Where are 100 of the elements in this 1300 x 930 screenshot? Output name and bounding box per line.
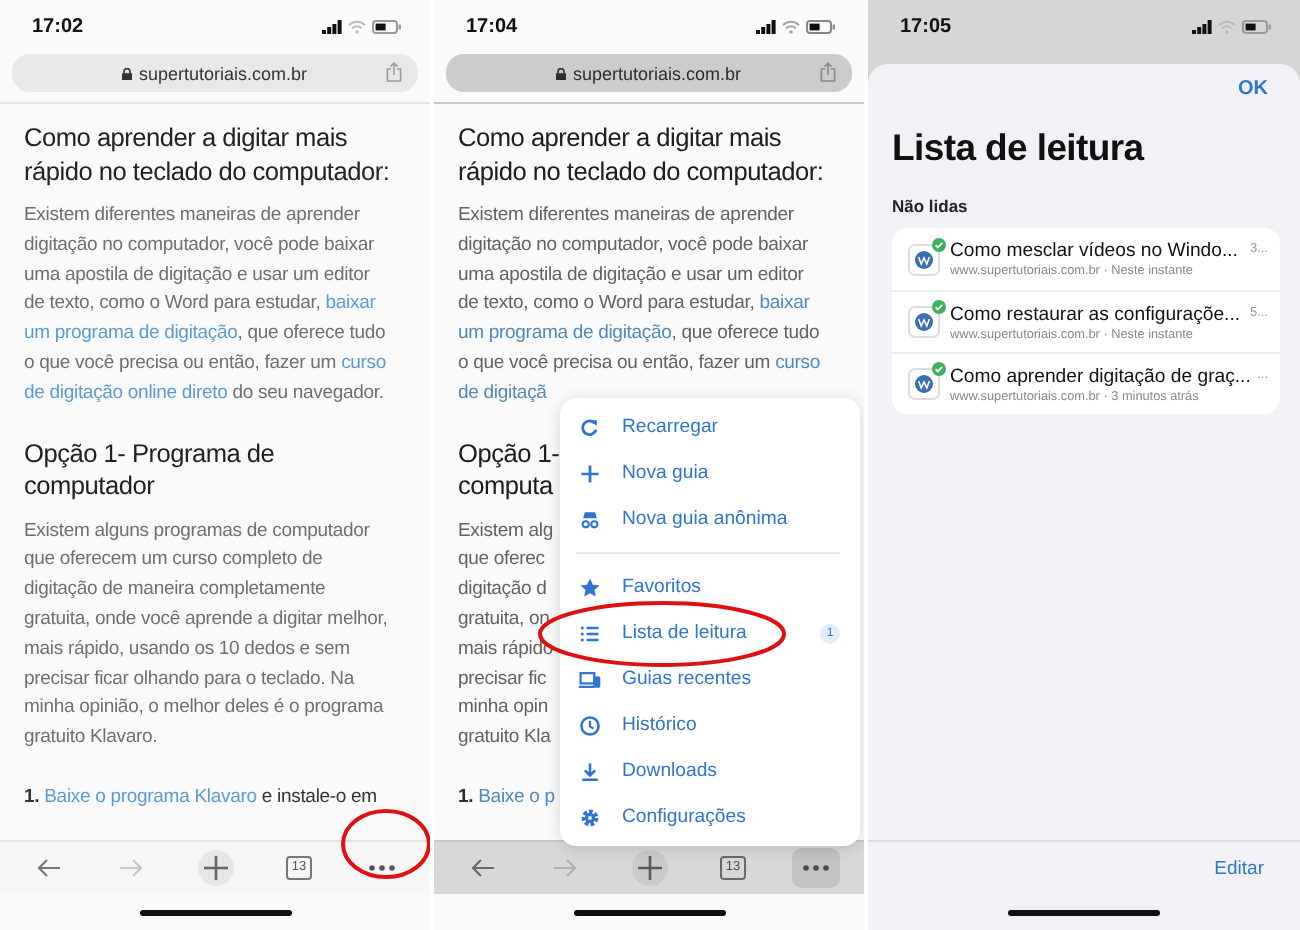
paragraph-line: que oferec — [458, 546, 545, 575]
paragraph-line: precisar fic — [458, 665, 547, 694]
download-icon — [578, 759, 602, 783]
text-link[interactable]: um programa de digitação — [458, 322, 672, 345]
paragraph-line: precisar ficar olhando para o teclado. Na — [24, 665, 354, 694]
paragraph-line: digitação no computador, você pode baixar — [24, 231, 374, 260]
item-title: Como restaurar as configuraçõe... — [950, 303, 1240, 325]
site-icon — [908, 243, 940, 275]
text-link[interactable]: baixar — [325, 292, 376, 315]
star-icon — [578, 575, 602, 599]
devices-icon — [578, 667, 602, 691]
more-button[interactable] — [791, 848, 839, 888]
paragraph-line: um programa de digitação, que oferece tudo — [24, 320, 386, 349]
paragraph-line: Existem diferentes maneiras de aprender — [24, 202, 360, 230]
paragraph-line: Existem alguns programas de computador — [24, 517, 370, 546]
paragraph-line: Existem alg — [458, 517, 553, 546]
paragraph-line: gratuito Kla — [458, 724, 551, 753]
list-item-line: 1. Baixe o p — [458, 783, 555, 812]
plus-icon — [197, 850, 233, 886]
back-arrow-icon — [36, 858, 62, 878]
paragraph-line: o que você precisa ou então, fazer um curso — [458, 349, 821, 378]
reload-icon — [578, 415, 602, 439]
article-heading-line: Como aprender a digitar mais — [458, 122, 782, 155]
address-bar[interactable]: supertutoriais.com.br — [12, 54, 418, 92]
paragraph-line: gratuito Klavaro. — [24, 724, 158, 753]
article-heading-line: computador — [24, 470, 155, 504]
page-title: Lista de leitura — [892, 126, 1147, 170]
paragraph-line: de texto, como o Word para estudar, baixar — [24, 290, 376, 319]
article-heading-line: rápido no teclado do computador: — [458, 155, 824, 188]
paragraph-line: de digitação online direto do seu navegador. — [24, 379, 384, 408]
text-link[interactable]: Baixe o p — [478, 785, 555, 808]
more-dots-icon — [367, 864, 395, 872]
list-icon — [578, 621, 602, 645]
paragraph-line: um programa de digitação, que oferece tudo — [458, 320, 820, 349]
incognito-icon — [578, 507, 602, 531]
paragraph-line: gratuita, onde você aprende a digitar melhor, — [24, 605, 388, 634]
list-item-line: 1. Baixe o programa Klavaro e instale-o em — [24, 783, 377, 812]
share-icon[interactable] — [820, 62, 836, 82]
forward-arrow-icon — [552, 858, 578, 878]
edit-button[interactable]: Editar — [1202, 855, 1276, 881]
paragraph-line: digitação no computador, você pode baixar — [458, 231, 808, 260]
text-link[interactable]: curso — [775, 351, 821, 374]
text-link[interactable]: de digitaçã — [458, 381, 547, 404]
wifi-icon — [782, 19, 800, 33]
menu-item[interactable]: Recarregar — [560, 404, 860, 450]
url-text: supertutoriais.com.br — [138, 63, 308, 83]
article-heading-line: rápido no teclado do computador: — [24, 155, 390, 188]
article-heading-line: Opção 1- — [458, 437, 560, 471]
site-icon — [908, 368, 940, 400]
settings-icon — [578, 805, 602, 829]
url-text: supertutoriais.com.br — [572, 63, 742, 83]
item-title: Como mesclar vídeos no Windo... — [950, 240, 1240, 262]
address-bar[interactable]: supertutoriais.com.br — [446, 54, 852, 92]
status-time: 17:02 — [32, 15, 84, 37]
menu-item[interactable]: Favoritos — [560, 564, 860, 610]
plus-icon — [578, 461, 602, 485]
paragraph-line: minha opinião, o melhor deles é o programa — [24, 694, 384, 723]
forward-arrow-icon — [118, 858, 144, 878]
text-link[interactable]: de digitação online direto — [24, 381, 228, 404]
wifi-icon — [348, 19, 366, 33]
battery-icon — [1242, 19, 1272, 33]
paragraph-line: uma apostila de digitação e usar um editor — [24, 261, 370, 290]
signal-icon — [756, 19, 776, 33]
lock-icon — [122, 67, 133, 79]
menu-item[interactable]: Nova guia anônima — [560, 496, 860, 542]
text-link[interactable]: baixar — [759, 292, 810, 315]
paragraph-line: Existem diferentes maneiras de aprender — [458, 202, 794, 230]
menu-item[interactable]: Nova guia — [560, 450, 860, 496]
article-heading-line: Opção 1- Programa de — [24, 437, 275, 471]
battery-icon — [372, 19, 402, 33]
wifi-icon — [1218, 19, 1236, 33]
paragraph-line: mais rápido, usando os 10 dedos e sem — [24, 635, 350, 664]
more-dots-icon — [801, 864, 829, 872]
paragraph-line: digitação de maneira completamente — [24, 576, 326, 605]
status-time: 17:04 — [466, 15, 518, 37]
text-link[interactable]: um programa de digitação — [24, 322, 238, 345]
status-time: 17:05 — [900, 15, 952, 37]
menu-item[interactable]: Downloads — [560, 748, 860, 794]
menu-item[interactable]: Guias recentes — [560, 656, 860, 702]
text-link[interactable]: curso — [341, 351, 387, 374]
menu-item[interactable]: Configurações — [560, 794, 860, 840]
paragraph-line: o que você precisa ou então, fazer um curso — [24, 349, 387, 378]
plus-icon — [631, 850, 667, 886]
ok-button[interactable]: OK — [1226, 76, 1280, 102]
article-heading-line: computa — [458, 470, 553, 504]
back-arrow-icon — [470, 858, 496, 878]
paragraph-line: de texto, como o Word para estudar, baixar — [458, 290, 810, 319]
paragraph-line: digitação d — [458, 576, 547, 605]
item-title: Como aprender digitação de graç... — [950, 365, 1248, 387]
signal-icon — [1192, 19, 1212, 33]
lock-icon — [556, 67, 567, 79]
paragraph-line: minha opin — [458, 694, 548, 723]
paragraph-line: que oferecem um curso completo de — [24, 546, 323, 575]
battery-icon — [806, 19, 836, 33]
text-link[interactable]: Baixe o programa Klavaro — [44, 785, 257, 808]
article-heading-line: Como aprender a digitar mais — [24, 122, 348, 155]
share-icon[interactable] — [386, 62, 402, 82]
site-icon — [908, 306, 940, 338]
menu-item[interactable]: Histórico — [560, 702, 860, 748]
signal-icon — [322, 19, 342, 33]
